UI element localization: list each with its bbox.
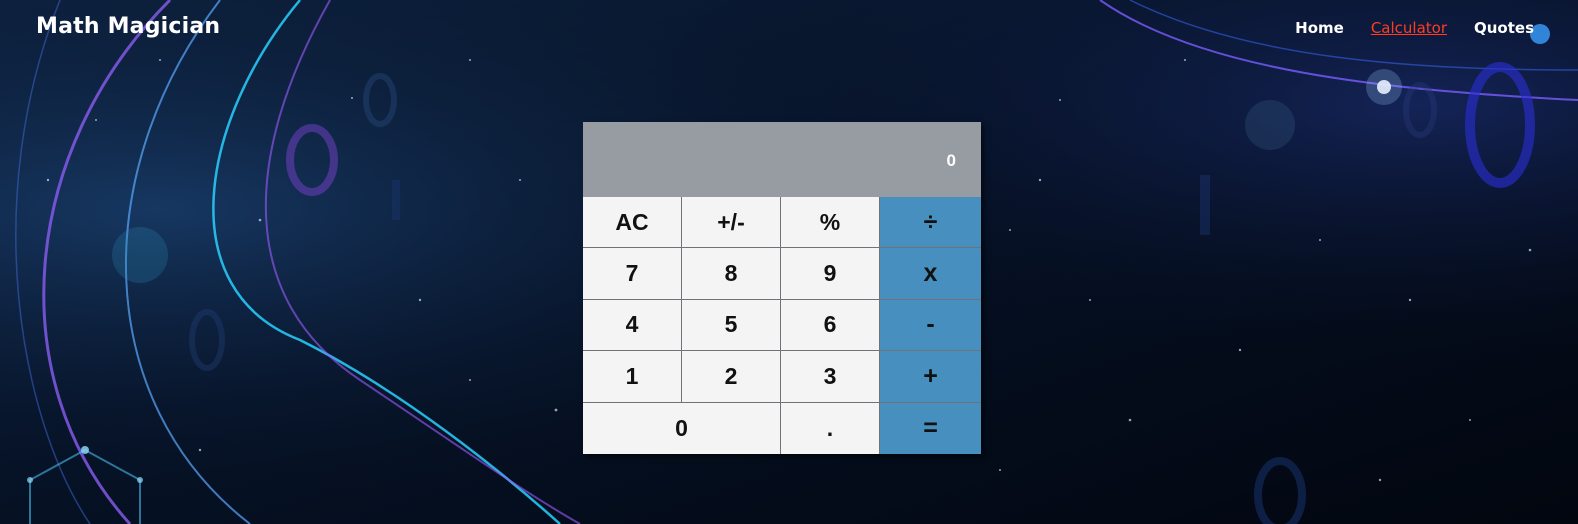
digit-3-button[interactable]: 3: [781, 351, 880, 403]
nav-link-home[interactable]: Home: [1295, 19, 1344, 37]
subtract-button[interactable]: -: [880, 299, 981, 352]
digit-2-button[interactable]: 2: [682, 351, 781, 403]
equals-button[interactable]: =: [880, 402, 981, 454]
ac-button[interactable]: AC: [583, 197, 682, 249]
nav-link-calculator[interactable]: Calculator: [1371, 19, 1447, 37]
digit-1-button[interactable]: 1: [583, 351, 682, 403]
digit-9-button[interactable]: 9: [781, 248, 880, 300]
calculator-display: 0: [583, 122, 981, 197]
calculator: 0 AC +/- % ÷ 7 8 9 x 4 5 6 - 1 2 3 + 0 .…: [583, 122, 981, 454]
keypad: AC +/- % ÷ 7 8 9 x 4 5 6 - 1 2 3 + 0 . =: [583, 197, 981, 454]
display-value: 0: [946, 151, 956, 170]
divide-button[interactable]: ÷: [880, 197, 981, 249]
nav-links: Home Calculator Quotes: [1295, 19, 1534, 37]
navbar: Math Magician Home Calculator Quotes: [0, 0, 1578, 60]
add-button[interactable]: +: [880, 351, 981, 403]
digit-0-button[interactable]: 0: [583, 402, 781, 454]
decimal-button[interactable]: .: [781, 402, 880, 454]
percent-button[interactable]: %: [781, 197, 880, 249]
digit-4-button[interactable]: 4: [583, 299, 682, 352]
digit-6-button[interactable]: 6: [781, 299, 880, 352]
sign-toggle-button[interactable]: +/-: [682, 197, 781, 249]
digit-8-button[interactable]: 8: [682, 248, 781, 300]
multiply-button[interactable]: x: [880, 248, 981, 300]
brand-title: Math Magician: [36, 14, 221, 39]
digit-7-button[interactable]: 7: [583, 248, 682, 300]
nav-link-quotes[interactable]: Quotes: [1474, 19, 1534, 37]
digit-5-button[interactable]: 5: [682, 299, 781, 352]
